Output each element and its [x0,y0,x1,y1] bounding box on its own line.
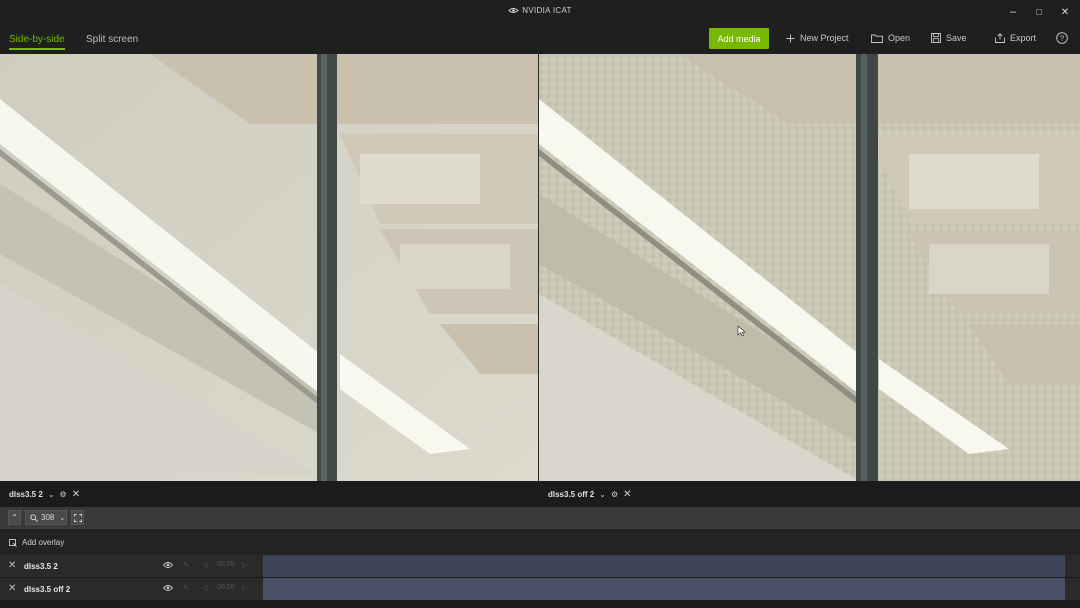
help-circle-icon: ? [1056,32,1068,44]
close-icon: ✕ [1060,6,1070,18]
main-toolbar: Side-by-side Split screen Add media New … [0,24,1080,54]
overlay-row: Add overlay [0,529,1080,555]
gear-icon[interactable]: ⚙ [60,490,67,499]
media-name-right: dlss3.5 off 2 [548,490,595,499]
zoom-value: 308 [41,513,55,522]
chevron-down-icon[interactable]: ⌄ [48,490,55,499]
export-button[interactable]: Export [995,33,1036,43]
add-overlay-label: Add overlay [22,538,65,547]
open-label: Open [888,33,911,43]
render-image-left [0,54,539,481]
remove-track-icon[interactable]: ✕ [8,560,16,571]
maximize-button[interactable]: □ [1031,4,1047,20]
viewer-pane-left[interactable] [0,54,539,481]
new-project-button[interactable]: New Project [786,33,849,43]
app-title-text: NVIDIA ICAT [522,6,572,15]
chevron-up-icon: ⌃ [11,513,18,522]
comparison-viewer[interactable] [0,54,1080,481]
previous-icon[interactable]: ◁ [202,584,207,592]
minimize-icon: – [1009,6,1017,18]
media-name-left: dlss3.5 2 [9,490,43,499]
close-window-button[interactable]: ✕ [1057,4,1073,20]
open-button[interactable]: Open [871,33,910,43]
export-icon [995,33,1005,43]
close-icon[interactable]: ✕ [72,489,80,500]
remove-track-icon[interactable]: ✕ [8,583,16,594]
save-button[interactable]: Save [931,33,967,43]
nvidia-logo-icon [508,8,520,13]
edit-icon[interactable]: ✎ [183,561,189,569]
track-time: 00.00 [217,584,235,591]
help-button[interactable]: ? [1056,32,1073,44]
add-overlay-button[interactable]: Add overlay [9,538,64,547]
next-icon[interactable]: ▷ [242,561,247,569]
maximize-icon: □ [1036,7,1042,17]
zoom-dropdown[interactable]: 308 ⌄ [25,510,67,525]
track-row[interactable]: ✕ dlss3.5 off 2 ✎ ◁ 00.00 ▷ [0,578,1080,600]
tab-split-screen[interactable]: Split screen [86,34,138,48]
viewer-pane-right[interactable] [539,54,1080,481]
minimize-button[interactable]: – [1005,4,1021,20]
plus-icon [786,34,795,42]
save-icon [931,33,941,43]
tab-side-by-side[interactable]: Side-by-side [9,34,65,50]
new-project-label: New Project [800,33,849,43]
track-clip[interactable] [263,578,1065,600]
close-icon[interactable]: ✕ [623,489,631,500]
app-title: NVIDIA ICAT [0,6,1080,15]
magnifier-icon [30,513,38,522]
timeline-controls: ⌃ 308 ⌄ [0,507,1080,529]
chevron-down-icon: ⌄ [59,514,66,522]
title-bar: NVIDIA ICAT – □ ✕ [0,0,1080,24]
edit-icon[interactable]: ✎ [183,584,189,592]
eye-icon[interactable] [163,584,173,592]
track-name: dlss3.5 2 [24,562,58,571]
overlay-icon [9,538,17,547]
media-header-bar: dlss3.5 2 ⌄ ⚙ ✕ dlss3.5 off 2 ⌄ ⚙ ✕ [0,481,1080,507]
track-name: dlss3.5 off 2 [24,585,71,594]
svg-text:?: ? [1060,34,1064,43]
previous-icon[interactable]: ◁ [202,561,207,569]
media-tab-right[interactable]: dlss3.5 off 2 ⌄ ⚙ ✕ [548,489,632,500]
gear-icon[interactable]: ⚙ [611,490,618,499]
export-label: Export [1010,33,1037,43]
bottom-edge [0,600,1080,608]
fullscreen-button[interactable] [71,510,84,525]
track-row[interactable]: ✕ dlss3.5 2 ✎ ◁ 00.00 ▷ [0,555,1080,577]
collapse-button[interactable]: ⌃ [8,510,21,525]
eye-icon[interactable] [163,561,173,569]
expand-icon [73,513,82,522]
folder-icon [871,34,883,43]
media-tab-left[interactable]: dlss3.5 2 ⌄ ⚙ ✕ [9,489,80,500]
save-label: Save [946,33,967,43]
track-clip[interactable] [263,555,1065,577]
chevron-down-icon[interactable]: ⌄ [599,490,606,499]
add-media-button[interactable]: Add media [709,28,769,49]
track-time: 00.00 [217,561,235,568]
render-image-right [539,54,1080,481]
next-icon[interactable]: ▷ [242,584,247,592]
